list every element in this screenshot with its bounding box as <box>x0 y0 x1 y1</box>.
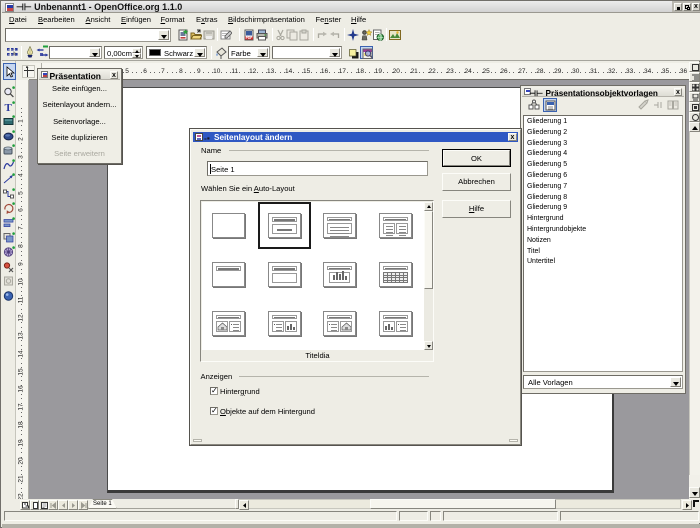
svg-text:T: T <box>5 102 13 113</box>
svg-text:PDF: PDF <box>246 36 253 40</box>
